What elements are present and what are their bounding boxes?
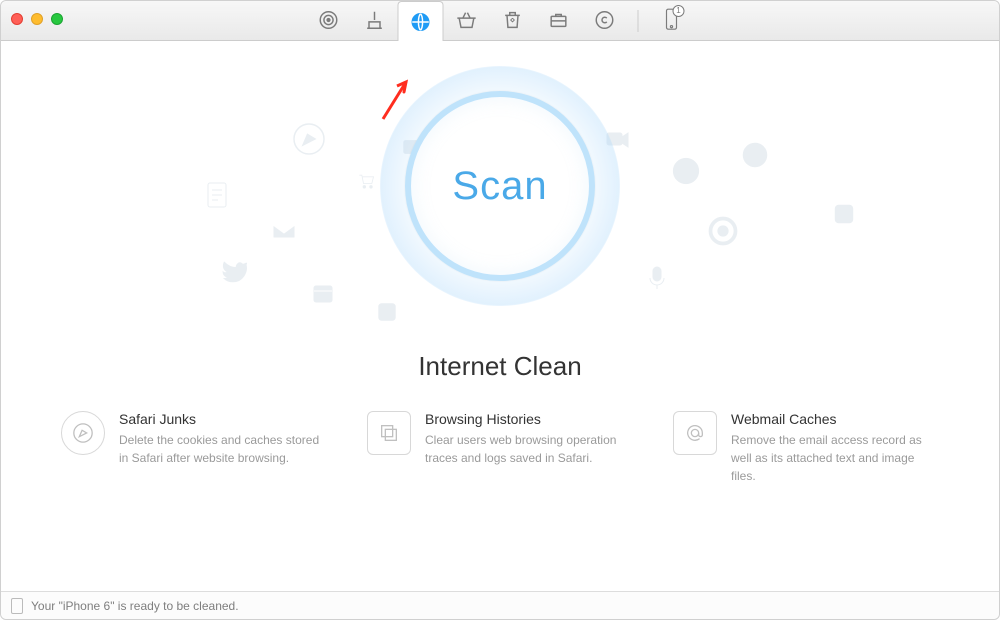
copyright-icon bbox=[594, 9, 616, 31]
mic-bg-icon bbox=[647, 266, 667, 290]
windows-icon bbox=[367, 411, 411, 455]
toolbar-separator bbox=[638, 10, 639, 32]
compass-bg-icon bbox=[291, 121, 327, 157]
titlebar: 1 bbox=[1, 1, 999, 41]
status-message: Your "iPhone 6" is ready to be cleaned. bbox=[31, 599, 239, 613]
scan-area: Scan bbox=[380, 66, 620, 306]
compass-icon bbox=[61, 411, 105, 455]
scan-glow: Scan bbox=[380, 66, 620, 306]
at-icon bbox=[673, 411, 717, 455]
toolbox-tab[interactable] bbox=[536, 0, 582, 40]
feature-desc: Delete the cookies and caches stored in … bbox=[119, 431, 327, 467]
briefcase-icon bbox=[548, 9, 570, 31]
cart-bg-icon bbox=[356, 171, 376, 191]
window-controls bbox=[11, 13, 63, 25]
feature-webmail-caches: Webmail Caches Remove the email access r… bbox=[673, 411, 939, 485]
zoom-window-button[interactable] bbox=[51, 13, 63, 25]
scan-button-label: Scan bbox=[452, 164, 547, 209]
sweep-tab[interactable] bbox=[352, 0, 398, 40]
firefox-bg-icon bbox=[741, 141, 769, 169]
app-window: 1 Scan Interne bbox=[0, 0, 1000, 620]
features-row: Safari Junks Delete the cookies and cach… bbox=[1, 411, 999, 485]
basket-icon bbox=[456, 9, 478, 31]
basket-tab[interactable] bbox=[444, 0, 490, 40]
recycle-icon bbox=[502, 9, 524, 31]
section-title: Internet Clean bbox=[1, 351, 999, 382]
music-bg-icon bbox=[831, 201, 857, 227]
globe-icon bbox=[410, 11, 432, 33]
feature-title: Browsing Histories bbox=[425, 411, 633, 427]
feature-desc: Remove the email access record as well a… bbox=[731, 431, 939, 485]
status-bar: Your "iPhone 6" is ready to be cleaned. bbox=[1, 591, 999, 619]
target-icon bbox=[318, 9, 340, 31]
feature-title: Webmail Caches bbox=[731, 411, 939, 427]
device-status-icon bbox=[11, 598, 23, 614]
device-badge: 1 bbox=[673, 5, 685, 17]
twitter-bg-icon bbox=[221, 261, 247, 283]
doc-bg-icon bbox=[206, 181, 228, 209]
copyright-tab[interactable] bbox=[582, 0, 628, 40]
target-tab[interactable] bbox=[306, 0, 352, 40]
feature-safari-junks: Safari Junks Delete the cookies and cach… bbox=[61, 411, 327, 485]
broom-icon bbox=[364, 9, 386, 31]
earth-bg-icon bbox=[671, 156, 701, 186]
close-window-button[interactable] bbox=[11, 13, 23, 25]
mail-bg-icon bbox=[271, 221, 297, 241]
feature-title: Safari Junks bbox=[119, 411, 327, 427]
feature-browsing-histories: Browsing Histories Clear users web brows… bbox=[367, 411, 633, 485]
scan-button[interactable]: Scan bbox=[405, 91, 595, 281]
trash-tab[interactable] bbox=[490, 0, 536, 40]
feature-desc: Clear users web browsing operation trace… bbox=[425, 431, 633, 467]
calendar-bg-icon bbox=[311, 281, 335, 305]
main-content: Scan Internet Clean Safari Junks Delete … bbox=[1, 41, 999, 591]
chrome-bg-icon bbox=[708, 216, 738, 246]
device-button[interactable]: 1 bbox=[649, 0, 695, 40]
internet-tab[interactable] bbox=[398, 1, 444, 41]
minimize-window-button[interactable] bbox=[31, 13, 43, 25]
toolbar-tabs: 1 bbox=[306, 1, 695, 40]
